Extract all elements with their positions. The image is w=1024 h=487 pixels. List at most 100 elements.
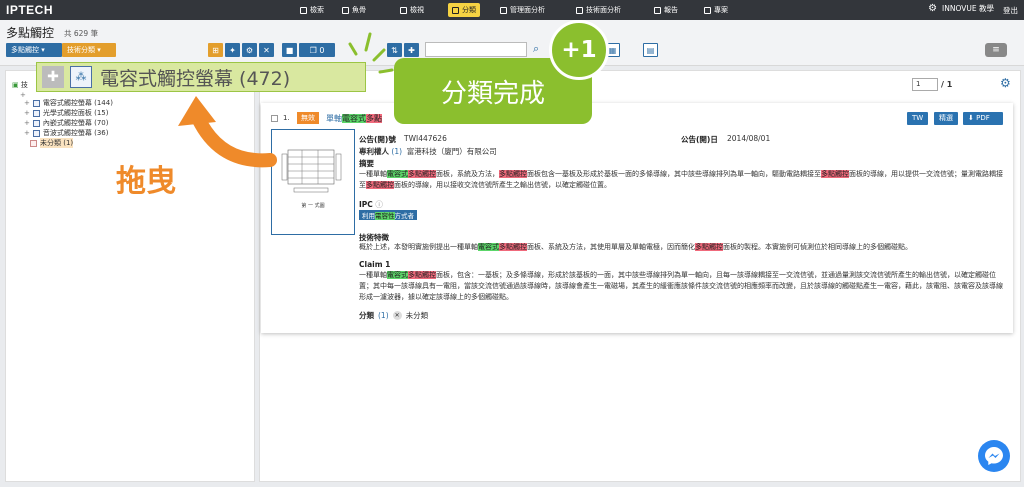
network-node-icon: ⁂ — [70, 66, 92, 88]
pub-date: 2014/08/01 — [727, 134, 771, 143]
pub-date-label: 公告(開)日 — [681, 135, 718, 144]
project-dropdown-label: 多點觸控 — [11, 46, 39, 54]
search-input[interactable] — [425, 42, 527, 57]
copy-icon: ❐ — [309, 45, 317, 55]
chart-icon — [576, 6, 583, 14]
remove-icon[interactable]: ✕ — [392, 311, 402, 320]
patent-title[interactable]: 單軸電容式多點 — [326, 113, 382, 124]
nav-classify[interactable]: 分類 — [448, 3, 480, 17]
ipc-tag[interactable]: 利用電容性方式者 — [359, 210, 417, 220]
expand-icon[interactable]: ✕ — [259, 43, 274, 57]
expand-icon[interactable]: + — [24, 99, 30, 107]
expand-icon[interactable]: + — [24, 119, 30, 127]
assignee-name: 富港科技（廈門）有限公司 — [406, 147, 497, 156]
project-icon — [704, 6, 711, 14]
nav-fishbone[interactable]: 魚骨 — [338, 3, 370, 17]
search-icon — [300, 6, 307, 14]
nav-label: 專案 — [714, 6, 728, 14]
expand-icon[interactable]: + — [24, 129, 30, 137]
curved-arrow-icon — [178, 96, 277, 168]
tree-item-label: 內嵌式觸控螢幕 (70) — [42, 119, 109, 127]
tree-item-label: 音波式觸控螢幕 (36) — [42, 129, 109, 137]
claim-text: 一種單軸電容式多點觸控面板，包含：一基板；及多條導線，形成於該基板的一面，其中該… — [359, 271, 1003, 301]
download-icon: ⬇ — [968, 114, 974, 122]
plus-one-badge: +1 — [549, 20, 609, 80]
chart-icon[interactable]: ▤ — [643, 43, 658, 57]
messenger-icon — [985, 447, 1003, 465]
tree-item[interactable]: + 內嵌式觸控螢幕 (70) — [24, 118, 108, 128]
tree-item-label: 電容式觸控螢幕 (144) — [42, 99, 113, 107]
sparkle-lines — [348, 32, 394, 74]
info-icon[interactable]: ⓘ — [375, 200, 383, 209]
chevron-down-icon: ▾ — [41, 46, 45, 54]
settings-icon[interactable]: ⚙ — [242, 43, 257, 57]
brief-button[interactable]: 精選 — [934, 112, 958, 125]
tag-icon — [452, 6, 459, 14]
tree-item[interactable]: + 電容式觸控螢幕 (144) — [24, 98, 113, 108]
tw-button[interactable]: TW — [907, 112, 929, 125]
nav-tech-analysis[interactable]: 技術面分析 — [572, 3, 625, 17]
search-icon[interactable]: ⌕ — [533, 42, 539, 56]
expand-icon[interactable]: + — [24, 109, 30, 117]
tech-feature-text: 概於上述，本發明實施例提出一種單軸電容式多點觸控面板、系統及方法，其使用單層及單… — [359, 243, 912, 251]
nav-label: 管理面分析 — [510, 6, 545, 14]
ipc-label: IPC ⓘ — [359, 200, 383, 209]
view-icon — [400, 6, 407, 14]
gear-icon[interactable]: ⚙ — [928, 3, 937, 14]
nav-label: 分類 — [462, 6, 476, 14]
status-badge: 無效 — [297, 112, 319, 124]
tree-item[interactable]: + 光學式觸控面板 (15) — [24, 108, 108, 118]
network-icon[interactable]: ✦ — [225, 43, 240, 57]
tree-root[interactable]: ▣ 技 — [12, 80, 28, 90]
classification-dropdown[interactable]: 技術分類 ▾ — [62, 43, 116, 57]
nav-view[interactable]: 檢視 — [396, 3, 428, 17]
top-navbar: IPTECH 檢索 魚骨 檢視 分類 管理面分析 技術面分析 報告 專案 ⚙ IN… — [0, 0, 1024, 20]
class-count: (1) — [378, 311, 389, 320]
tree-item[interactable]: + 音波式觸控螢幕 (36) — [24, 128, 108, 138]
nav-management-analysis[interactable]: 管理面分析 — [496, 3, 549, 17]
classification-row: 分類 (1) ✕ 未分類 — [359, 310, 428, 321]
figure-caption: 第 一 式圖 — [301, 203, 325, 209]
logout-link[interactable]: 登出 — [1003, 5, 1018, 16]
user-menu[interactable]: ⚙ INNOVUE 教學 — [928, 3, 994, 14]
assignee-count[interactable]: (1) — [391, 147, 402, 156]
tree-item-unclassified[interactable]: 未分類 (1) — [30, 138, 74, 148]
assignee-label: 專利權人 — [359, 147, 389, 156]
report-icon — [654, 6, 661, 14]
drag-handle-icon[interactable]: ✚ — [42, 66, 64, 88]
add-icon[interactable]: ✚ — [404, 43, 419, 57]
nav-label: 魚骨 — [352, 6, 366, 14]
gear-icon[interactable]: ⚙ — [1000, 76, 1011, 90]
result-count: 共 629 筆 — [64, 29, 99, 38]
page-total: / 1 — [941, 80, 953, 89]
patent-figure[interactable]: 第 一 式圖 — [271, 129, 355, 235]
node-icon — [32, 109, 40, 117]
nav-label: 檢視 — [410, 6, 424, 14]
patent-card: 1. 無效 單軸電容式多點 TW 精選 ⬇ PDF 第 一 式圖 公告(開)號 … — [261, 103, 1013, 333]
tree-root-label: 技 — [20, 81, 28, 89]
node-icon — [32, 119, 40, 127]
pdf-button[interactable]: ⬇ PDF — [963, 112, 1003, 125]
class-label: 分類 — [359, 311, 374, 320]
claim-label: Claim 1 — [359, 260, 391, 269]
page-input[interactable]: 1 — [912, 78, 938, 91]
chevron-down-icon: ▾ — [97, 46, 101, 54]
nav-project[interactable]: 專案 — [700, 3, 732, 17]
dragged-category-chip[interactable]: ✚ ⁂ 電容式觸控螢幕 (472) — [36, 62, 366, 92]
nav-label: 技術面分析 — [586, 6, 621, 14]
nav-search[interactable]: 檢索 — [296, 3, 328, 17]
messenger-chat-button[interactable] — [978, 440, 1010, 472]
fishbone-icon — [342, 6, 349, 14]
tree-icon[interactable]: ⊞ — [208, 43, 223, 57]
node-icon — [30, 139, 37, 147]
folder-icon: ▣ — [12, 81, 19, 89]
nav-report[interactable]: 報告 — [650, 3, 682, 17]
menu-icon[interactable]: ≡ — [985, 43, 1007, 57]
title-highlight: 多點 — [366, 114, 382, 123]
square-icon[interactable]: ■ — [282, 43, 297, 57]
drag-instruction-text: 拖曳 — [116, 164, 176, 199]
abstract-label: 摘要 — [359, 159, 374, 168]
app-logo[interactable]: IPTECH — [6, 3, 53, 17]
title-text: 單軸 — [326, 114, 342, 123]
project-dropdown[interactable]: 多點觸控 ▾ — [6, 43, 62, 57]
